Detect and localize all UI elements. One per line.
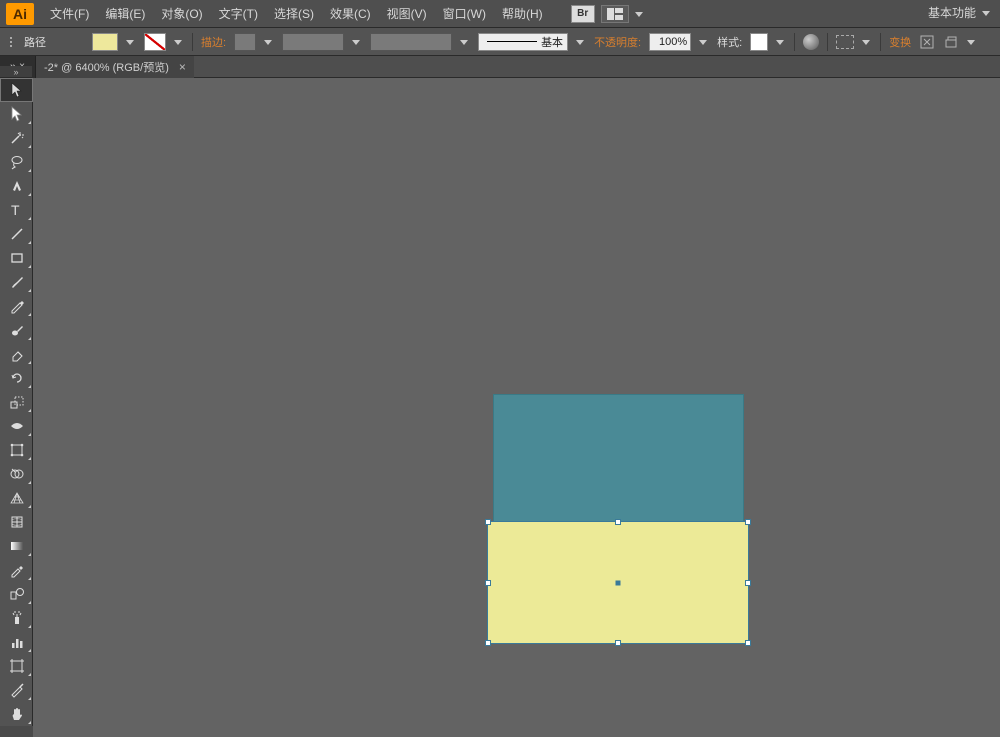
stroke-color-swatch[interactable] [144, 33, 166, 51]
workspace-dropdown-icon [982, 8, 992, 18]
menu-edit[interactable]: 编辑(E) [97, 0, 153, 27]
gradient-tool[interactable] [0, 534, 33, 558]
sel-handle-tl-icon[interactable] [485, 519, 491, 525]
ai-logo: Ai [6, 3, 34, 25]
opacity-field[interactable]: 100% [649, 33, 691, 51]
brush-def-dropdown-icon[interactable] [460, 37, 470, 47]
optionsbar: 路径 描边: 基本 不透明度: 100% 样式: 变换 [0, 28, 1000, 56]
width-tool[interactable] [0, 414, 33, 438]
pen-tool[interactable] [0, 174, 33, 198]
hand-tool[interactable] [0, 702, 33, 726]
svg-text:T: T [11, 202, 20, 218]
scale-tool[interactable] [0, 390, 33, 414]
transform-label[interactable]: 变换 [889, 34, 911, 50]
pencil-tool[interactable] [0, 294, 33, 318]
sel-handle-ml-icon[interactable] [485, 580, 491, 586]
canvas-area[interactable] [33, 78, 1000, 737]
brush-field[interactable]: 基本 [478, 33, 568, 51]
menu-type[interactable]: 文字(T) [211, 0, 266, 27]
workspace-label: 基本功能 [928, 4, 976, 21]
fill-color-swatch[interactable] [92, 33, 118, 51]
direct-selection-tool[interactable] [0, 102, 33, 126]
recolor-artwork-icon[interactable] [803, 34, 819, 50]
menu-help[interactable]: 帮助(H) [494, 0, 551, 27]
line-segment-tool[interactable] [0, 222, 33, 246]
lasso-tool[interactable] [0, 150, 33, 174]
blob-brush-tool[interactable] [0, 318, 33, 342]
type-tool[interactable]: T [0, 198, 33, 222]
menu-view[interactable]: 视图(V) [379, 0, 435, 27]
workspace-switcher[interactable]: 基本功能 [928, 4, 992, 21]
sel-handle-mr-icon[interactable] [745, 580, 751, 586]
brush-definition-field[interactable] [370, 33, 452, 51]
stroke-weight-field[interactable] [234, 33, 256, 51]
style-label: 样式: [717, 34, 742, 50]
eyedropper-tool[interactable] [0, 558, 33, 582]
vw-profile-dropdown-icon[interactable] [352, 37, 362, 47]
sel-center-icon [616, 580, 621, 585]
canvas-shape-teal[interactable] [493, 394, 744, 522]
perspective-grid-tool[interactable] [0, 486, 33, 510]
shape-builder-tool[interactable] [0, 462, 33, 486]
isolate-icon[interactable] [919, 34, 935, 50]
graphic-style-swatch[interactable] [750, 33, 768, 51]
optionsbar-grip[interactable] [10, 37, 16, 47]
magic-wand-tool[interactable] [0, 126, 33, 150]
opacity-dropdown-icon[interactable] [699, 37, 709, 47]
fill-dropdown-icon[interactable] [126, 37, 136, 47]
menubar: Ai 文件(F) 编辑(E) 对象(O) 文字(T) 选择(S) 效果(C) 视… [0, 0, 1000, 28]
more-options-dropdown-icon[interactable] [967, 37, 977, 47]
sel-handle-br-icon[interactable] [745, 640, 751, 646]
document-tab[interactable]: -2* @ 6400% (RGB/预览) × [36, 56, 194, 78]
align-dropdown-icon[interactable] [862, 37, 872, 47]
arrange-dropdown-icon[interactable] [635, 9, 645, 19]
rectangle-tool[interactable] [0, 246, 33, 270]
document-tabbar: × -2* @ 6400% (RGB/预览) × [0, 56, 1000, 78]
eraser-tool[interactable] [0, 342, 33, 366]
symbol-sprayer-tool[interactable] [0, 606, 33, 630]
menu-object[interactable]: 对象(O) [153, 0, 210, 27]
stroke-label: 描边: [201, 34, 226, 50]
menu-effect[interactable]: 效果(C) [322, 0, 379, 27]
artboard-tool[interactable] [0, 654, 33, 678]
brush-dropdown-icon[interactable] [576, 37, 586, 47]
document-tab-title: -2* @ 6400% (RGB/预览) [44, 59, 169, 75]
menu-select[interactable]: 选择(S) [266, 0, 322, 27]
align-button-icon[interactable] [836, 35, 854, 49]
sel-handle-bc-icon[interactable] [615, 640, 621, 646]
menu-file[interactable]: 文件(F) [42, 0, 97, 27]
style-dropdown-icon[interactable] [776, 37, 786, 47]
stroke-weight-dropdown-icon[interactable] [264, 37, 274, 47]
menu-window[interactable]: 窗口(W) [435, 0, 494, 27]
close-tab-icon[interactable]: × [179, 60, 186, 74]
select-similar-icon[interactable] [943, 34, 959, 50]
brush-label: 基本 [541, 34, 563, 50]
variable-width-profile-field[interactable] [282, 33, 344, 51]
toolpanel-collapse-button[interactable] [0, 66, 32, 78]
opacity-label: 不透明度: [594, 34, 641, 50]
sel-handle-tr-icon[interactable] [745, 519, 751, 525]
canvas-shape-yellow-selected[interactable] [488, 522, 748, 643]
mesh-tool[interactable] [0, 510, 33, 534]
sel-handle-tc-icon[interactable] [615, 519, 621, 525]
tool-panel: T [0, 78, 33, 726]
blend-tool[interactable] [0, 582, 33, 606]
selection-tool[interactable] [0, 78, 33, 102]
arrange-documents-button[interactable] [601, 5, 629, 23]
free-transform-tool[interactable] [0, 438, 33, 462]
sel-handle-bl-icon[interactable] [485, 640, 491, 646]
stroke-dropdown-icon[interactable] [174, 37, 184, 47]
rotate-tool[interactable] [0, 366, 33, 390]
selection-type-label: 路径 [24, 34, 46, 50]
column-graph-tool[interactable] [0, 630, 33, 654]
paintbrush-tool[interactable] [0, 270, 33, 294]
bridge-button[interactable]: Br [571, 5, 595, 23]
slice-tool[interactable] [0, 678, 33, 702]
